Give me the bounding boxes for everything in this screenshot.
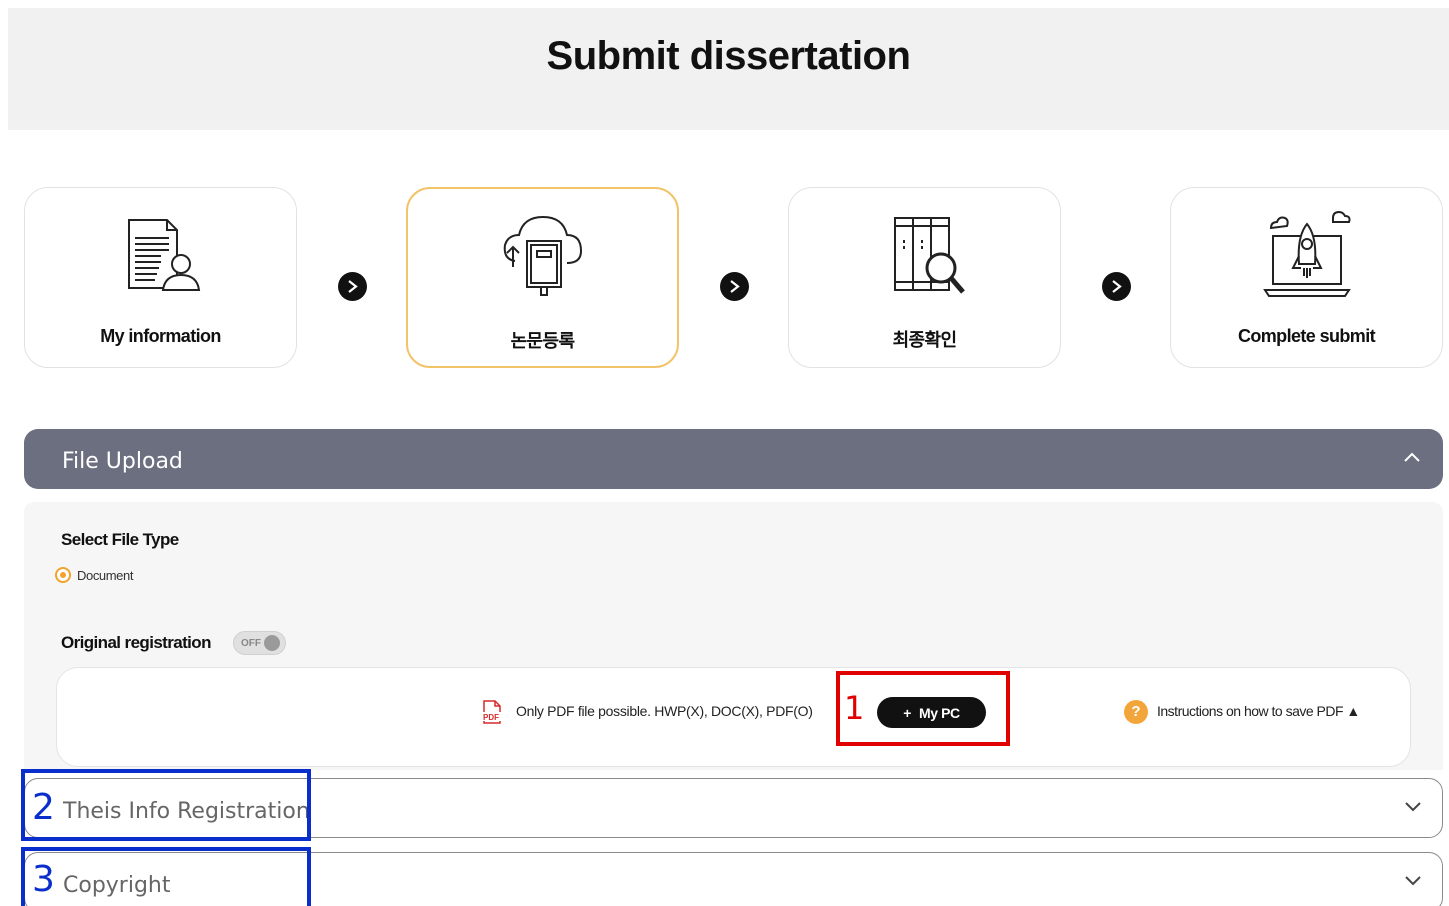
- annotation-number-2: 2: [32, 787, 55, 828]
- page-title: Submit dissertation: [546, 34, 911, 78]
- chevron-up-icon[interactable]: [1403, 451, 1421, 463]
- step-arrow-icon: [1102, 272, 1131, 301]
- toggle-state: OFF: [241, 638, 261, 649]
- original-registration-label: Original registration: [61, 633, 211, 652]
- pdf-instructions-link[interactable]: Instructions on how to save PDF ▲: [1157, 703, 1360, 719]
- file-upload-header[interactable]: File Upload: [24, 429, 1443, 489]
- document-radio[interactable]: [55, 567, 71, 583]
- annotation-box-3: [21, 847, 311, 906]
- step-label: Complete submit: [1237, 326, 1376, 346]
- file-format-hint: Only PDF file possible. HWP(X), DOC(X), …: [516, 703, 813, 719]
- annotation-box-2: [21, 769, 311, 841]
- section-title: File Upload: [62, 449, 183, 474]
- chevron-down-icon[interactable]: [1404, 875, 1422, 887]
- step-my-information[interactable]: My information: [24, 187, 297, 368]
- page-header: Submit dissertation: [8, 8, 1449, 130]
- step-label: My information: [100, 326, 221, 346]
- original-registration-toggle[interactable]: OFF: [233, 631, 286, 655]
- annotation-number-1: 1: [844, 689, 865, 727]
- step-final-check[interactable]: 최종확인: [788, 187, 1061, 368]
- annotation-number-3: 3: [32, 859, 55, 900]
- step-label: 최종확인: [892, 330, 957, 350]
- svg-text:PDF: PDF: [483, 713, 499, 722]
- document-person-icon: [127, 219, 200, 291]
- help-icon[interactable]: ?: [1124, 700, 1148, 724]
- pdf-file-icon: PDF: [481, 700, 501, 724]
- step-complete-submit[interactable]: Complete submit: [1170, 187, 1443, 368]
- chevron-down-icon[interactable]: [1404, 801, 1422, 813]
- cloud-upload-book-icon: [503, 215, 582, 296]
- document-radio-label[interactable]: Document: [77, 568, 133, 583]
- step-arrow-icon: [720, 272, 749, 301]
- laptop-rocket-icon: [1262, 210, 1351, 297]
- step-label: 논문등록: [510, 331, 575, 351]
- toggle-knob: [264, 635, 280, 651]
- file-type-label: Select File Type: [61, 530, 179, 549]
- books-magnifier-icon: [893, 217, 965, 294]
- step-thesis-registration[interactable]: 논문등록: [406, 187, 679, 368]
- step-arrow-icon: [338, 272, 367, 301]
